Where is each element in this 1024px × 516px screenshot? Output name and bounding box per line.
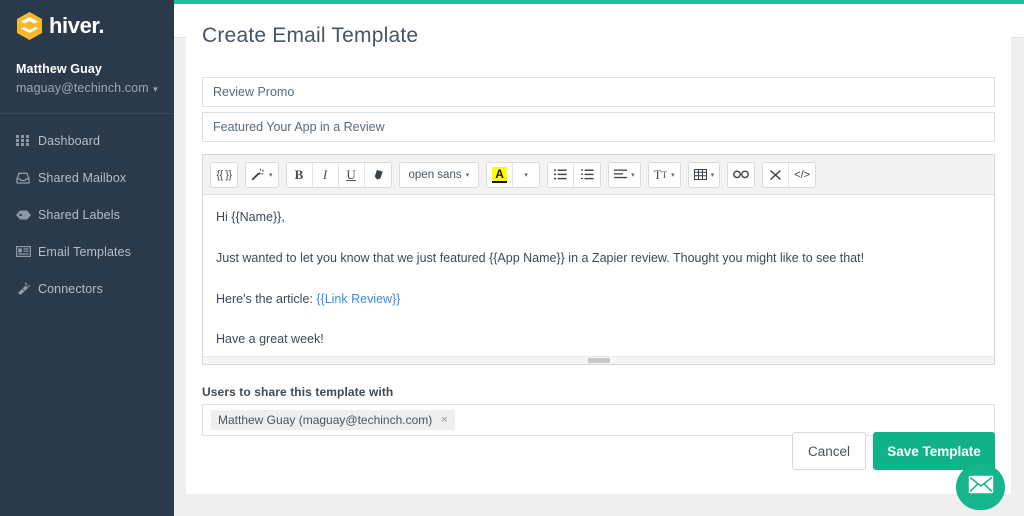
sidebar-item-label: Shared Labels: [38, 207, 120, 222]
merge-link[interactable]: {{Link Review}}: [316, 292, 400, 306]
user-chip: Matthew Guay (maguay@techinch.com) ×: [211, 410, 455, 430]
sidebar-item-label: Connectors: [38, 281, 103, 296]
editor-content-area[interactable]: Hi {{Name}}, Just wanted to let you know…: [203, 195, 994, 357]
brand-logo-text: hiver.: [49, 13, 105, 38]
inbox-icon: [16, 172, 36, 184]
fullscreen-icon[interactable]: [763, 162, 790, 187]
sidebar-item-connectors[interactable]: Connectors: [0, 270, 174, 307]
toolbar-group-font-family: open sans ▾: [398, 161, 480, 188]
tag-icon: [16, 209, 36, 221]
code-view-icon[interactable]: </>: [789, 162, 816, 187]
share-section-label: Users to share this template with: [202, 385, 394, 399]
chevron-down-icon: ▾: [631, 171, 635, 179]
template-name-input[interactable]: [202, 77, 995, 107]
chevron-down-icon: ▾: [465, 171, 470, 179]
bold-icon[interactable]: B: [286, 162, 313, 187]
rich-text-editor: {{ }} ▾ B I U open sans ▾ A ▾ ▾ T T ▾ ▾ …: [202, 154, 995, 365]
ordered-list-icon[interactable]: [574, 162, 601, 187]
editor-paragraph-with-link: Here's the article: {{Link Review}}: [216, 291, 981, 307]
table-icon[interactable]: ▾: [688, 162, 720, 187]
toolbar-group-wand: ▾: [245, 161, 279, 188]
sidebar-nav: Dashboard Shared Mailbox Shared Labels E…: [0, 114, 174, 307]
font-size-icon[interactable]: T T ▾: [648, 162, 680, 187]
plug-icon: [16, 282, 36, 295]
toolbar-group-highlight: A ▾: [486, 161, 541, 188]
chevron-down-icon: ▾: [153, 84, 158, 94]
editor-paragraph: Hi {{Name}},: [216, 210, 285, 224]
close-icon[interactable]: ×: [441, 414, 447, 426]
brand-logo[interactable]: hiver.: [0, 0, 174, 50]
highlight-letter: A: [492, 166, 507, 183]
sidebar-item-label: Dashboard: [38, 133, 101, 148]
magic-wand-icon[interactable]: ▾: [246, 162, 278, 187]
underline-icon[interactable]: U: [338, 162, 365, 187]
page-title: Create Email Template: [202, 24, 419, 47]
text-highlight-color-icon[interactable]: A: [487, 162, 514, 187]
toolbar-group-table: ▾: [687, 161, 721, 188]
sidebar-user-email: maguay@techinch.com: [16, 81, 149, 95]
grid-icon: [16, 135, 36, 146]
align-icon[interactable]: ▾: [609, 162, 640, 187]
editor-paragraph: Just wanted to let you know that we just…: [216, 250, 865, 265]
template-card-icon: [16, 246, 36, 257]
toolbar-group-view: </>: [762, 161, 817, 188]
font-family-icon[interactable]: open sans ▾: [399, 162, 479, 187]
editor-toolbar: {{ }} ▾ B I U open sans ▾ A ▾ ▾ T T ▾ ▾ …: [203, 155, 994, 195]
toolbar-group-text-style: B I U: [285, 161, 392, 188]
content-panel: Create Email Template {{ }}: [186, 4, 1011, 494]
eraser-icon[interactable]: [364, 162, 391, 187]
sidebar-item-label: Shared Mailbox: [38, 170, 127, 185]
font-size-small-letter: T: [661, 169, 668, 180]
toolbar-group-link: [727, 161, 756, 188]
grip-lines-icon: [587, 358, 610, 363]
sidebar-item-dashboard[interactable]: Dashboard: [0, 122, 174, 159]
sidebar: hiver. Matthew Guay maguay@techinch.com …: [0, 0, 174, 516]
sidebar-item-shared-labels[interactable]: Shared Labels: [0, 196, 174, 233]
sidebar-user-block[interactable]: Matthew Guay maguay@techinch.com ▾: [0, 50, 174, 113]
chevron-down-glyph: ▾: [524, 171, 528, 179]
sidebar-item-email-templates[interactable]: Email Templates: [0, 233, 174, 270]
unordered-list-icon[interactable]: [548, 162, 575, 187]
envelope-icon: [968, 475, 994, 499]
hiver-hexagon-logo-icon: [16, 11, 43, 41]
sidebar-user-name: Matthew Guay: [16, 62, 102, 76]
compose-fab-button[interactable]: [956, 464, 1005, 510]
font-size-letter: T: [653, 166, 662, 182]
chevron-down-icon: ▾: [710, 171, 715, 179]
sidebar-user-email-row[interactable]: maguay@techinch.com ▾: [16, 79, 174, 97]
link-icon[interactable]: [728, 162, 755, 187]
user-chip-label: Matthew Guay (maguay@techinch.com): [218, 413, 433, 427]
italic-icon[interactable]: I: [312, 162, 339, 187]
subject-input[interactable]: [202, 112, 995, 142]
font-family-label: open sans: [408, 168, 462, 181]
chevron-down-icon: ▾: [269, 171, 273, 179]
toolbar-group-lists: [547, 161, 602, 188]
sidebar-item-shared-mailbox[interactable]: Shared Mailbox: [0, 159, 174, 196]
sidebar-item-label: Email Templates: [38, 244, 131, 259]
chevron-down-icon: ▾: [671, 171, 675, 179]
chevron-down-icon[interactable]: ▾: [513, 162, 540, 187]
cancel-button[interactable]: Cancel: [792, 432, 866, 470]
app-root: hiver. Matthew Guay maguay@techinch.com …: [0, 0, 1024, 516]
toolbar-group-font-size: T T ▾: [647, 161, 681, 188]
toolbar-group-align: ▾: [608, 161, 641, 188]
toolbar-group-merge: {{ }}: [210, 161, 238, 188]
editor-paragraph-text: Here's the article:: [216, 291, 317, 306]
merge-field-icon[interactable]: {{ }}: [211, 162, 237, 187]
editor-paragraph: Have a great week!: [216, 332, 324, 347]
editor-resize-grip[interactable]: [203, 356, 994, 364]
